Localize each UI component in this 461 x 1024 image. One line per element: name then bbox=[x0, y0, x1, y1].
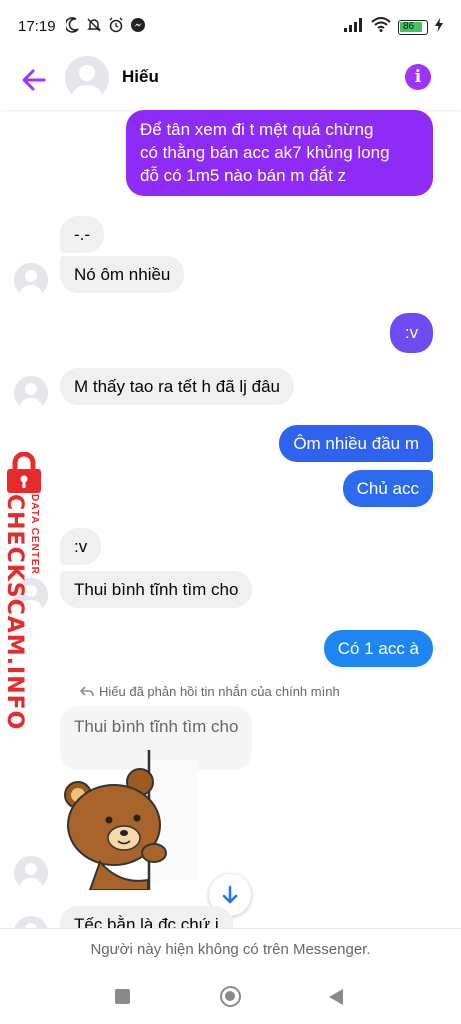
recents-button[interactable] bbox=[115, 989, 130, 1004]
sender-avatar[interactable] bbox=[14, 263, 48, 297]
message-outgoing[interactable]: :v bbox=[390, 313, 433, 353]
message-incoming[interactable]: Thui bình tĩnh tìm cho bbox=[60, 571, 253, 608]
watermark: CHECKSCAM.INFO DATA CENTER bbox=[0, 452, 50, 730]
unavailable-notice: Người này hiện không có trên Messenger. bbox=[0, 928, 461, 970]
signal-icon bbox=[344, 17, 364, 37]
battery-icon: 86 bbox=[398, 19, 428, 35]
moon-icon bbox=[64, 17, 80, 38]
message-text: Chủ acc bbox=[356, 479, 419, 498]
default-avatar-icon bbox=[65, 56, 109, 100]
quoted-text: Thui bình tĩnh tìm cho bbox=[74, 717, 239, 736]
battery-level: 86 bbox=[403, 20, 415, 32]
message-outgoing[interactable]: Ôm nhiều đầu m bbox=[279, 425, 433, 462]
alarm-icon bbox=[108, 17, 124, 38]
notice-text: Người này hiện không có trên Messenger. bbox=[90, 941, 371, 958]
message-line: Để tân xem đi t mệt quá chừng bbox=[140, 120, 374, 139]
arrow-left-icon bbox=[22, 69, 46, 91]
back-button[interactable] bbox=[18, 64, 50, 96]
message-text: Ôm nhiều đầu m bbox=[293, 434, 419, 453]
message-incoming[interactable]: :v bbox=[60, 528, 102, 565]
message-outgoing[interactable]: Chủ acc bbox=[342, 470, 433, 507]
sender-avatar[interactable] bbox=[14, 376, 48, 410]
status-bar: 17:19 86 bbox=[0, 0, 461, 52]
message-incoming[interactable]: M thấy tao ra tết h đã lj đâu bbox=[60, 368, 295, 405]
reply-note-text: Hiếu đã phản hồi tin nhắn của chính mình bbox=[99, 684, 340, 699]
message-text: Thui bình tĩnh tìm cho bbox=[74, 580, 239, 599]
default-avatar-icon bbox=[14, 263, 48, 297]
back-nav-button[interactable] bbox=[328, 988, 344, 1011]
contact-name[interactable]: Hiếu bbox=[122, 67, 159, 87]
message-list[interactable]: Để tân xem đi t mệt quá chừng có thằng b… bbox=[0, 110, 461, 928]
sender-avatar[interactable] bbox=[14, 916, 48, 928]
message-incoming[interactable]: Tếc bằn là đc chứ j bbox=[60, 906, 233, 928]
watermark-main: CHECKSCAM.INFO bbox=[2, 494, 27, 731]
message-text: :v bbox=[74, 537, 88, 556]
bear-sticker-icon bbox=[64, 750, 198, 891]
reply-indicator: Hiếu đã phản hồi tin nhắn của chính mình bbox=[80, 684, 340, 699]
message-line: đỗ có 1m5 nào bán m đắt z bbox=[140, 166, 347, 185]
system-nav-bar bbox=[0, 970, 461, 1024]
info-button[interactable]: i bbox=[405, 64, 431, 90]
reply-icon bbox=[80, 685, 94, 696]
message-outgoing[interactable]: Để tân xem đi t mệt quá chừng có thằng b… bbox=[126, 110, 433, 196]
info-icon: i bbox=[414, 67, 422, 87]
status-time: 17:19 bbox=[18, 18, 56, 35]
sticker-bear[interactable] bbox=[60, 750, 210, 891]
default-avatar-icon bbox=[14, 916, 48, 928]
default-avatar-icon bbox=[14, 376, 48, 410]
message-text: M thấy tao ra tết h đã lj đâu bbox=[74, 377, 281, 396]
message-outgoing[interactable]: Có 1 acc à bbox=[323, 630, 433, 667]
home-icon bbox=[225, 991, 235, 1001]
charging-icon bbox=[435, 17, 443, 37]
wifi-icon bbox=[371, 17, 391, 37]
sender-avatar[interactable] bbox=[14, 856, 48, 890]
contact-avatar[interactable] bbox=[65, 56, 109, 100]
lock-icon bbox=[7, 452, 41, 493]
notification-off-icon bbox=[86, 17, 102, 38]
chat-header: Hiếu i bbox=[0, 52, 461, 110]
message-text: -.- bbox=[74, 225, 91, 244]
message-text: Nó ôm nhiều bbox=[74, 265, 171, 284]
message-text: :v bbox=[404, 323, 419, 342]
message-text: Tếc bằn là đc chứ j bbox=[74, 915, 219, 928]
message-incoming[interactable]: -.- bbox=[60, 216, 105, 253]
default-avatar-icon bbox=[14, 856, 48, 890]
triangle-back-icon bbox=[329, 989, 343, 1005]
message-line: có thằng bán acc ak7 khủng long bbox=[140, 143, 390, 162]
messenger-icon bbox=[130, 17, 146, 38]
message-incoming[interactable]: Nó ôm nhiều bbox=[60, 256, 185, 293]
watermark-sub: DATA CENTER bbox=[29, 494, 40, 575]
home-button[interactable] bbox=[220, 986, 241, 1007]
message-text: Có 1 acc à bbox=[337, 639, 419, 658]
